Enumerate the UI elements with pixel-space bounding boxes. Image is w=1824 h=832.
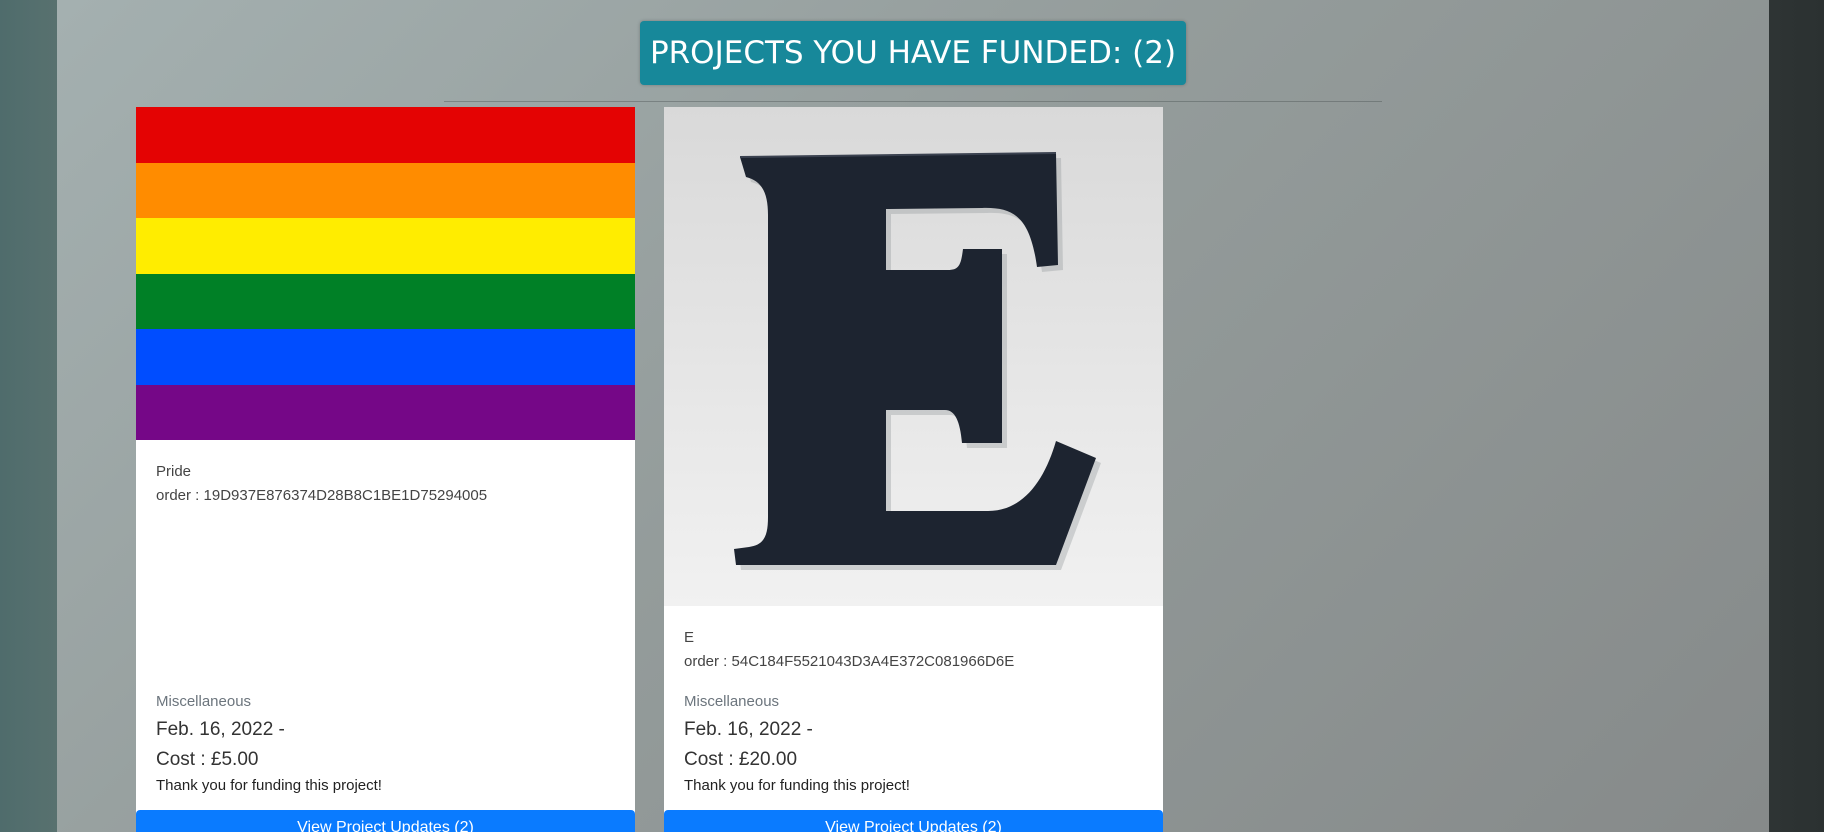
letter-e-icon	[664, 107, 1163, 606]
project-category: Miscellaneous	[684, 693, 780, 710]
order-id: order : 54C184F5521043D3A4E372C081966D6E	[684, 653, 1015, 670]
funding-cost: Cost : £20.00	[684, 749, 798, 770]
project-card-pride: Pride order : 19D937E876374D28B8C1BE1D75…	[136, 107, 635, 832]
flag-stripe-green	[136, 273, 635, 329]
project-image-letter-e	[664, 107, 1163, 606]
project-image-rainbow-flag	[136, 107, 635, 440]
flag-stripe-red	[136, 107, 635, 163]
flag-stripe-yellow	[136, 218, 635, 274]
view-project-updates-button[interactable]: View Project Updates (2)	[136, 810, 635, 832]
flag-stripe-purple	[136, 384, 635, 440]
view-project-updates-button[interactable]: View Project Updates (2)	[664, 810, 1163, 832]
order-id: order : 19D937E876374D28B8C1BE1D75294005	[156, 487, 488, 504]
project-card-e: E order : 54C184F5521043D3A4E372C081966D…	[664, 107, 1163, 832]
funded-projects-heading: PROJECTS YOU HAVE FUNDED: (2)	[640, 21, 1186, 85]
project-title: Pride	[156, 463, 192, 480]
page-title: PROJECTS YOU HAVE FUNDED: (2)	[649, 35, 1177, 71]
divider	[444, 101, 1382, 102]
thank-you-message: Thank you for funding this project!	[684, 777, 910, 794]
funding-date: Feb. 16, 2022 -	[684, 719, 813, 740]
funding-date: Feb. 16, 2022 -	[156, 719, 285, 740]
project-title: E	[684, 629, 695, 646]
flag-stripe-blue	[136, 329, 635, 385]
thank-you-message: Thank you for funding this project!	[156, 777, 382, 794]
project-category: Miscellaneous	[156, 693, 252, 710]
funding-cost: Cost : £5.00	[156, 749, 259, 770]
flag-stripe-orange	[136, 162, 635, 218]
page-container: PROJECTS YOU HAVE FUNDED: (2) Pride orde…	[57, 0, 1769, 832]
